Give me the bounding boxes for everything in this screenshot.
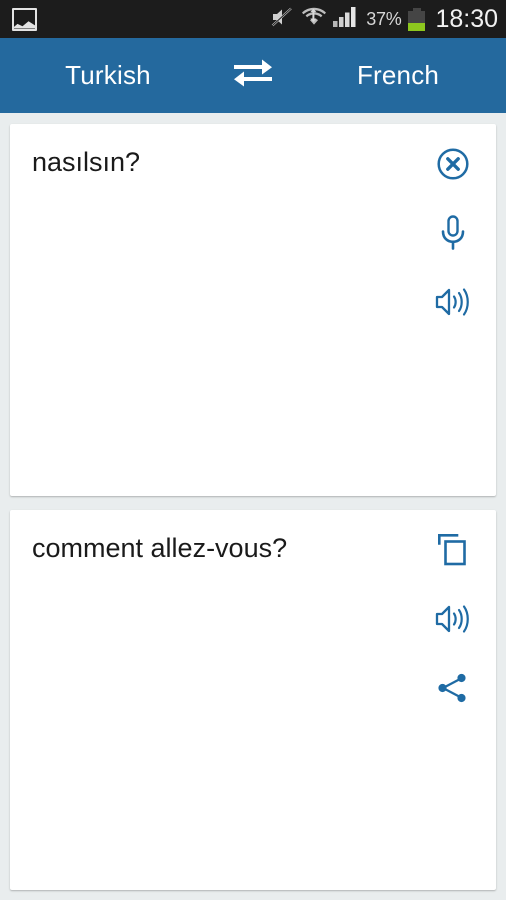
clear-button[interactable] xyxy=(431,144,475,184)
battery-icon xyxy=(408,7,426,31)
source-actions xyxy=(426,144,480,322)
speaker-icon xyxy=(434,286,472,318)
image-icon xyxy=(12,7,37,31)
cellular-signal-icon xyxy=(333,6,359,33)
target-actions xyxy=(426,530,480,708)
speaker-icon xyxy=(434,603,472,635)
copy-icon xyxy=(437,533,469,567)
source-text-card[interactable]: nasılsın? xyxy=(10,124,496,496)
battery-percent-label: 37% xyxy=(366,8,402,29)
voice-input-button[interactable] xyxy=(431,213,475,253)
swap-arrows-icon xyxy=(232,58,274,93)
translated-text-card[interactable]: comment allez-vous? xyxy=(10,510,496,890)
microphone-icon xyxy=(438,214,468,252)
copy-button[interactable] xyxy=(431,530,475,570)
target-language-selector[interactable]: French xyxy=(290,60,506,91)
wifi-transfer-icon xyxy=(302,5,327,33)
speak-source-button[interactable] xyxy=(431,282,475,322)
close-circle-icon xyxy=(436,147,470,181)
status-bar-notifications xyxy=(12,7,37,31)
translation-panels: nasılsın? comment allez-vous? xyxy=(0,113,506,900)
share-icon xyxy=(436,672,470,704)
speak-target-button[interactable] xyxy=(431,599,475,639)
volume-mute-icon xyxy=(270,6,295,33)
swap-languages-button[interactable] xyxy=(216,58,290,93)
source-language-selector[interactable]: Turkish xyxy=(0,60,216,91)
status-bar-system-icons: 37% 18:30 xyxy=(270,5,498,33)
share-button[interactable] xyxy=(431,668,475,708)
status-bar: 37% 18:30 xyxy=(0,0,506,38)
language-bar: Turkish French xyxy=(0,38,506,113)
status-bar-clock: 18:30 xyxy=(435,4,498,33)
